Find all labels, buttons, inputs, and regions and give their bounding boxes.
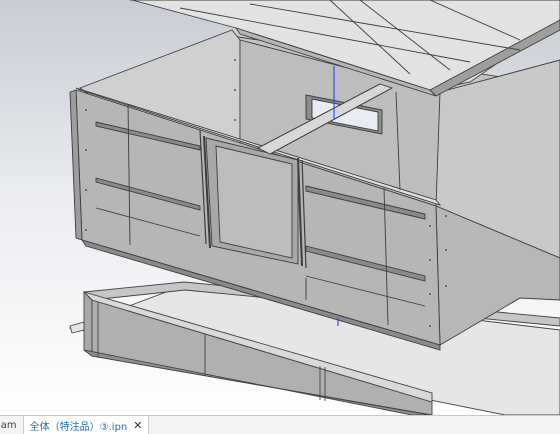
document-tab-assembly[interactable]: iam (0, 416, 23, 434)
assembly-model (68, 0, 560, 415)
door-panel (215, 145, 293, 259)
close-icon[interactable]: ✕ (133, 419, 142, 432)
document-tab-bar: iam 全体（特注品）③.ipn ✕ (0, 415, 560, 434)
base-left-side (83, 290, 93, 357)
model-viewport[interactable] (0, 0, 560, 415)
document-tab-label: 全体（特注品）③.ipn (29, 421, 128, 433)
document-tab-label: iam (0, 419, 17, 431)
document-tab-presentation[interactable]: 全体（特注品）③.ipn ✕ (22, 416, 150, 434)
